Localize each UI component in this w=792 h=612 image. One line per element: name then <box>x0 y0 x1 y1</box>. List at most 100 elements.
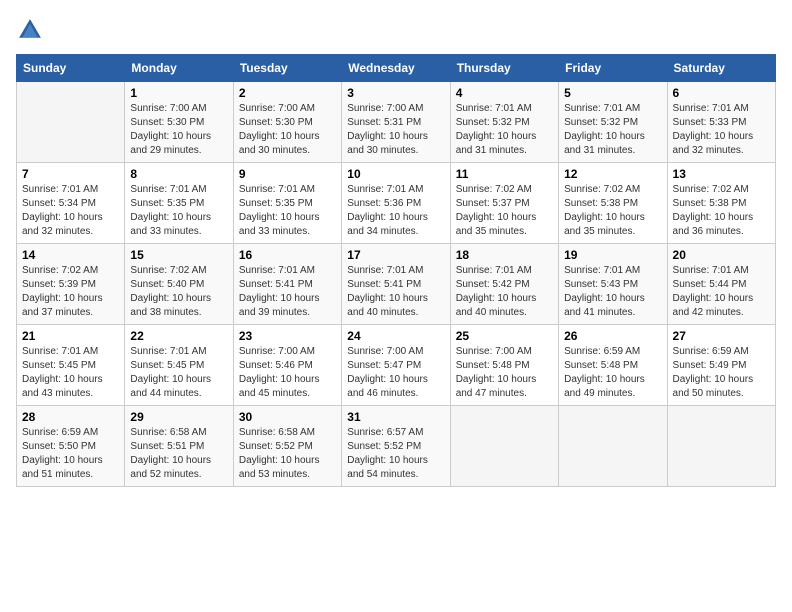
day-info: Sunrise: 6:59 AM Sunset: 5:48 PM Dayligh… <box>564 345 661 401</box>
day-number: 25 <box>456 329 553 343</box>
calendar-cell: 14 Sunrise: 7:02 AM Sunset: 5:39 PM Dayl… <box>17 244 125 325</box>
day-number: 29 <box>130 410 227 424</box>
day-number: 5 <box>564 86 661 100</box>
day-number: 2 <box>239 86 336 100</box>
day-number: 18 <box>456 248 553 262</box>
calendar-cell: 8 Sunrise: 7:01 AM Sunset: 5:35 PM Dayli… <box>125 163 233 244</box>
day-info: Sunrise: 7:02 AM Sunset: 5:40 PM Dayligh… <box>130 264 227 320</box>
day-number: 14 <box>22 248 119 262</box>
calendar-body: 1 Sunrise: 7:00 AM Sunset: 5:30 PM Dayli… <box>17 82 776 487</box>
day-info: Sunrise: 6:58 AM Sunset: 5:51 PM Dayligh… <box>130 426 227 482</box>
day-info: Sunrise: 7:01 AM Sunset: 5:36 PM Dayligh… <box>347 183 444 239</box>
calendar-cell: 5 Sunrise: 7:01 AM Sunset: 5:32 PM Dayli… <box>559 82 667 163</box>
day-info: Sunrise: 7:01 AM Sunset: 5:42 PM Dayligh… <box>456 264 553 320</box>
day-info: Sunrise: 7:01 AM Sunset: 5:41 PM Dayligh… <box>239 264 336 320</box>
day-info: Sunrise: 7:01 AM Sunset: 5:35 PM Dayligh… <box>239 183 336 239</box>
day-number: 17 <box>347 248 444 262</box>
calendar-week-row: 28 Sunrise: 6:59 AM Sunset: 5:50 PM Dayl… <box>17 406 776 487</box>
day-info: Sunrise: 7:01 AM Sunset: 5:33 PM Dayligh… <box>673 102 770 158</box>
logo <box>16 16 48 44</box>
calendar-cell <box>667 406 775 487</box>
day-info: Sunrise: 7:02 AM Sunset: 5:39 PM Dayligh… <box>22 264 119 320</box>
calendar-cell: 20 Sunrise: 7:01 AM Sunset: 5:44 PM Dayl… <box>667 244 775 325</box>
day-number: 4 <box>456 86 553 100</box>
calendar-cell: 16 Sunrise: 7:01 AM Sunset: 5:41 PM Dayl… <box>233 244 341 325</box>
calendar-cell: 10 Sunrise: 7:01 AM Sunset: 5:36 PM Dayl… <box>342 163 450 244</box>
day-info: Sunrise: 7:00 AM Sunset: 5:48 PM Dayligh… <box>456 345 553 401</box>
day-info: Sunrise: 7:02 AM Sunset: 5:38 PM Dayligh… <box>564 183 661 239</box>
weekday-header-cell: Saturday <box>667 55 775 82</box>
calendar-cell: 12 Sunrise: 7:02 AM Sunset: 5:38 PM Dayl… <box>559 163 667 244</box>
day-info: Sunrise: 7:01 AM Sunset: 5:32 PM Dayligh… <box>564 102 661 158</box>
day-info: Sunrise: 7:01 AM Sunset: 5:45 PM Dayligh… <box>22 345 119 401</box>
day-info: Sunrise: 6:59 AM Sunset: 5:49 PM Dayligh… <box>673 345 770 401</box>
day-info: Sunrise: 7:01 AM Sunset: 5:32 PM Dayligh… <box>456 102 553 158</box>
calendar-cell: 26 Sunrise: 6:59 AM Sunset: 5:48 PM Dayl… <box>559 325 667 406</box>
calendar-cell: 27 Sunrise: 6:59 AM Sunset: 5:49 PM Dayl… <box>667 325 775 406</box>
weekday-header-cell: Monday <box>125 55 233 82</box>
day-info: Sunrise: 7:00 AM Sunset: 5:31 PM Dayligh… <box>347 102 444 158</box>
day-number: 16 <box>239 248 336 262</box>
calendar-cell: 21 Sunrise: 7:01 AM Sunset: 5:45 PM Dayl… <box>17 325 125 406</box>
calendar-cell: 1 Sunrise: 7:00 AM Sunset: 5:30 PM Dayli… <box>125 82 233 163</box>
day-number: 15 <box>130 248 227 262</box>
day-info: Sunrise: 7:00 AM Sunset: 5:47 PM Dayligh… <box>347 345 444 401</box>
calendar-cell: 18 Sunrise: 7:01 AM Sunset: 5:42 PM Dayl… <box>450 244 558 325</box>
day-number: 27 <box>673 329 770 343</box>
weekday-header-cell: Tuesday <box>233 55 341 82</box>
calendar-cell: 28 Sunrise: 6:59 AM Sunset: 5:50 PM Dayl… <box>17 406 125 487</box>
day-number: 19 <box>564 248 661 262</box>
calendar-week-row: 7 Sunrise: 7:01 AM Sunset: 5:34 PM Dayli… <box>17 163 776 244</box>
day-info: Sunrise: 7:00 AM Sunset: 5:30 PM Dayligh… <box>239 102 336 158</box>
calendar-week-row: 21 Sunrise: 7:01 AM Sunset: 5:45 PM Dayl… <box>17 325 776 406</box>
calendar-cell: 7 Sunrise: 7:01 AM Sunset: 5:34 PM Dayli… <box>17 163 125 244</box>
page-header <box>16 16 776 44</box>
calendar-cell <box>17 82 125 163</box>
calendar-cell: 2 Sunrise: 7:00 AM Sunset: 5:30 PM Dayli… <box>233 82 341 163</box>
calendar-cell: 13 Sunrise: 7:02 AM Sunset: 5:38 PM Dayl… <box>667 163 775 244</box>
day-number: 13 <box>673 167 770 181</box>
day-info: Sunrise: 7:01 AM Sunset: 5:34 PM Dayligh… <box>22 183 119 239</box>
calendar-cell: 29 Sunrise: 6:58 AM Sunset: 5:51 PM Dayl… <box>125 406 233 487</box>
day-info: Sunrise: 7:01 AM Sunset: 5:43 PM Dayligh… <box>564 264 661 320</box>
day-number: 24 <box>347 329 444 343</box>
day-number: 11 <box>456 167 553 181</box>
day-number: 26 <box>564 329 661 343</box>
day-number: 8 <box>130 167 227 181</box>
weekday-header-cell: Friday <box>559 55 667 82</box>
calendar-week-row: 14 Sunrise: 7:02 AM Sunset: 5:39 PM Dayl… <box>17 244 776 325</box>
calendar-cell: 9 Sunrise: 7:01 AM Sunset: 5:35 PM Dayli… <box>233 163 341 244</box>
day-info: Sunrise: 7:01 AM Sunset: 5:35 PM Dayligh… <box>130 183 227 239</box>
day-number: 31 <box>347 410 444 424</box>
day-info: Sunrise: 7:01 AM Sunset: 5:44 PM Dayligh… <box>673 264 770 320</box>
calendar-cell: 11 Sunrise: 7:02 AM Sunset: 5:37 PM Dayl… <box>450 163 558 244</box>
day-info: Sunrise: 7:01 AM Sunset: 5:41 PM Dayligh… <box>347 264 444 320</box>
day-number: 7 <box>22 167 119 181</box>
weekday-header-cell: Sunday <box>17 55 125 82</box>
calendar-cell: 15 Sunrise: 7:02 AM Sunset: 5:40 PM Dayl… <box>125 244 233 325</box>
calendar-cell: 4 Sunrise: 7:01 AM Sunset: 5:32 PM Dayli… <box>450 82 558 163</box>
day-number: 30 <box>239 410 336 424</box>
day-number: 9 <box>239 167 336 181</box>
day-info: Sunrise: 6:59 AM Sunset: 5:50 PM Dayligh… <box>22 426 119 482</box>
day-number: 23 <box>239 329 336 343</box>
calendar-cell: 22 Sunrise: 7:01 AM Sunset: 5:45 PM Dayl… <box>125 325 233 406</box>
calendar-cell: 3 Sunrise: 7:00 AM Sunset: 5:31 PM Dayli… <box>342 82 450 163</box>
day-number: 20 <box>673 248 770 262</box>
calendar-cell: 23 Sunrise: 7:00 AM Sunset: 5:46 PM Dayl… <box>233 325 341 406</box>
calendar-cell: 6 Sunrise: 7:01 AM Sunset: 5:33 PM Dayli… <box>667 82 775 163</box>
day-number: 21 <box>22 329 119 343</box>
day-number: 28 <box>22 410 119 424</box>
day-info: Sunrise: 6:57 AM Sunset: 5:52 PM Dayligh… <box>347 426 444 482</box>
day-info: Sunrise: 7:01 AM Sunset: 5:45 PM Dayligh… <box>130 345 227 401</box>
day-info: Sunrise: 6:58 AM Sunset: 5:52 PM Dayligh… <box>239 426 336 482</box>
day-number: 22 <box>130 329 227 343</box>
calendar-cell: 19 Sunrise: 7:01 AM Sunset: 5:43 PM Dayl… <box>559 244 667 325</box>
weekday-header-row: SundayMondayTuesdayWednesdayThursdayFrid… <box>17 55 776 82</box>
day-number: 6 <box>673 86 770 100</box>
calendar-cell <box>559 406 667 487</box>
day-number: 1 <box>130 86 227 100</box>
logo-icon <box>16 16 44 44</box>
day-info: Sunrise: 7:02 AM Sunset: 5:38 PM Dayligh… <box>673 183 770 239</box>
day-info: Sunrise: 7:00 AM Sunset: 5:46 PM Dayligh… <box>239 345 336 401</box>
